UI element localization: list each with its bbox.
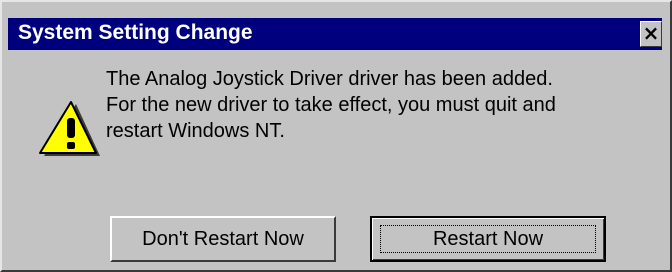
message-line: restart Windows NT. [106, 120, 285, 142]
dialog-title: System Setting Change [18, 21, 253, 44]
restart-now-button[interactable]: Restart Now [370, 216, 606, 262]
message-line: For the new driver to take effect, you m… [106, 94, 556, 116]
dont-restart-now-label: Don't Restart Now [142, 228, 304, 250]
dialog-window: System Setting Change × The Analog Joyst… [0, 0, 672, 272]
restart-now-label: Restart Now [432, 228, 544, 250]
close-button[interactable]: × [640, 21, 662, 47]
dont-restart-now-button[interactable]: Don't Restart Now [110, 216, 336, 262]
warning-icon [39, 101, 100, 156]
close-icon: × [642, 21, 660, 45]
message-text: The Analog Joystick Driver driver has be… [106, 66, 626, 144]
message-line: The Analog Joystick Driver driver has be… [106, 68, 553, 90]
title-bar[interactable]: System Setting Change × [8, 18, 662, 50]
